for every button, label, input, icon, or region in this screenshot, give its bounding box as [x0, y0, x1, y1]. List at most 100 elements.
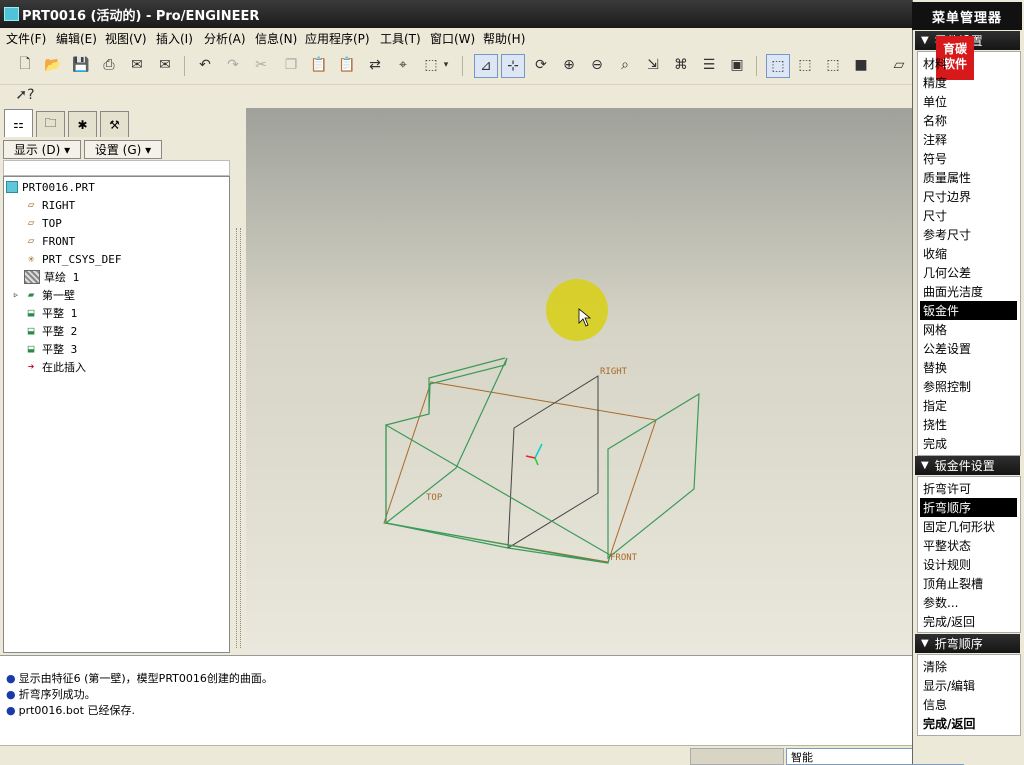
- mm-item-dim-bound[interactable]: 尺寸边界: [920, 187, 1017, 206]
- mm-item-show-edit[interactable]: 显示/编辑: [920, 676, 1017, 695]
- wireframe-icon[interactable]: ⬚: [766, 54, 790, 78]
- expand-icon[interactable]: ▹: [12, 289, 20, 301]
- tree-node-flat-3[interactable]: ⬓ 平整 3: [24, 341, 78, 357]
- sheetmetal-setup-header[interactable]: ▼ 钣金件设置: [915, 456, 1020, 475]
- mm-item-info[interactable]: 信息: [920, 695, 1017, 714]
- mm-item-mesh[interactable]: 网格: [920, 320, 1017, 339]
- new-icon[interactable]: 🗋: [14, 54, 36, 76]
- copy-icon[interactable]: ❐: [280, 54, 302, 76]
- zoom-out-icon[interactable]: ⊖: [586, 54, 608, 76]
- tree-node-sketch[interactable]: 草绘 1: [24, 269, 79, 285]
- tree-node-front[interactable]: ▱ FRONT: [24, 233, 75, 249]
- show-button[interactable]: 显示 (D) ▾: [3, 140, 81, 159]
- shading-icon[interactable]: ■: [850, 54, 872, 76]
- flat-wall-icon: ⬓: [27, 342, 35, 355]
- paste-icon[interactable]: 📋: [308, 54, 330, 76]
- mm-item-material[interactable]: 材料: [920, 54, 1017, 73]
- mm-item-surface-finish[interactable]: 曲面光洁度: [920, 282, 1017, 301]
- reorient-icon[interactable]: ⇲: [642, 54, 664, 76]
- mm-item-bend-order[interactable]: 折弯顺序: [920, 498, 1017, 517]
- tree-node-insert-here[interactable]: ➔ 在此插入: [24, 359, 86, 375]
- view-manager-icon[interactable]: ▣: [726, 54, 748, 76]
- context-help-icon[interactable]: ➚?: [14, 84, 36, 106]
- mm-item-parameters[interactable]: 参数...: [920, 593, 1017, 612]
- cut-icon[interactable]: ✂: [250, 54, 272, 76]
- refit-icon[interactable]: ⌕: [614, 54, 636, 76]
- mm-item-clear[interactable]: 清除: [920, 657, 1017, 676]
- mm-item-flat-state[interactable]: 平整状态: [920, 536, 1017, 555]
- menu-tools[interactable]: 工具(T): [380, 30, 421, 47]
- tree-node-first-wall[interactable]: ▹ ▰ 第一壁: [12, 287, 75, 303]
- mm-item-fixed-geometry[interactable]: 固定几何形状: [920, 517, 1017, 536]
- zoom-in-icon[interactable]: ⊕: [558, 54, 580, 76]
- mm-item-ref-control[interactable]: 参照控制: [920, 377, 1017, 396]
- selection-box-icon[interactable]: ⬚: [420, 54, 442, 76]
- mm-item-geom-tol[interactable]: 几何公差: [920, 263, 1017, 282]
- spin-center-icon[interactable]: ⊹: [501, 54, 525, 78]
- mm-item-tol-setup[interactable]: 公差设置: [920, 339, 1017, 358]
- tab-folder-browser[interactable]: 🗀: [36, 111, 65, 138]
- mm-item-corner-relief[interactable]: 顶角止裂槽: [920, 574, 1017, 593]
- save-icon[interactable]: 💾: [70, 54, 92, 76]
- menu-edit[interactable]: 编辑(E): [56, 30, 97, 47]
- find-icon[interactable]: ⌖: [392, 54, 414, 76]
- undo-icon[interactable]: ↶: [194, 54, 216, 76]
- tree-filter-field[interactable]: [3, 160, 230, 176]
- mm-item-mass-props[interactable]: 质量属性: [920, 168, 1017, 187]
- tree-node-part[interactable]: PRT0016.PRT: [6, 179, 95, 195]
- bend-order-header[interactable]: ▼ 折弯顺序: [915, 634, 1020, 653]
- open-icon[interactable]: 📂: [42, 54, 64, 76]
- menu-insert[interactable]: 插入(I): [156, 30, 193, 47]
- tree-node-right[interactable]: ▱ RIGHT: [24, 197, 75, 213]
- mm-item-done[interactable]: 完成: [920, 434, 1017, 453]
- menu-window[interactable]: 窗口(W): [430, 30, 475, 47]
- menu-info[interactable]: 信息(N): [255, 30, 297, 47]
- tree-node-csys[interactable]: ✳ PRT_CSYS_DEF: [24, 251, 122, 267]
- mm-item-accuracy[interactable]: 精度: [920, 73, 1017, 92]
- saved-views-icon[interactable]: ⌘: [670, 54, 692, 76]
- layers-icon[interactable]: ☰: [698, 54, 720, 76]
- tree-node-top[interactable]: ▱ TOP: [24, 215, 62, 231]
- mm-item-ref-dim[interactable]: 参考尺寸: [920, 225, 1017, 244]
- datum-display-icon[interactable]: ⊿: [474, 54, 498, 78]
- tab-favorites[interactable]: ✱: [68, 111, 97, 138]
- settings-button[interactable]: 设置 (G) ▾: [84, 140, 162, 159]
- no-hidden-icon[interactable]: ⬚: [822, 54, 844, 76]
- datum-plane-tool-icon[interactable]: ▱: [888, 54, 910, 76]
- menu-help[interactable]: 帮助(H): [483, 30, 525, 47]
- mail-link-icon[interactable]: ✉: [154, 54, 176, 76]
- mm-item-bend-order-done[interactable]: 完成/返回: [920, 714, 1017, 733]
- mm-item-name[interactable]: 名称: [920, 111, 1017, 130]
- mm-item-dimension[interactable]: 尺寸: [920, 206, 1017, 225]
- redo-icon[interactable]: ↷: [222, 54, 244, 76]
- graphics-window[interactable]: RIGHT TOP FRONT: [246, 108, 912, 655]
- send-mail-icon[interactable]: ✉: [126, 54, 148, 76]
- paste-special-icon[interactable]: 📋: [336, 54, 358, 76]
- mm-item-units[interactable]: 单位: [920, 92, 1017, 111]
- mm-item-shrinkage[interactable]: 收缩: [920, 244, 1017, 263]
- panel-splitter[interactable]: [230, 108, 246, 655]
- mm-item-bend-allowance[interactable]: 折弯许可: [920, 479, 1017, 498]
- orient-mode-icon[interactable]: ⟳: [530, 54, 552, 76]
- menu-applications[interactable]: 应用程序(P): [305, 30, 370, 47]
- mm-item-symbols[interactable]: 符号: [920, 149, 1017, 168]
- tree-node-label: 在此插入: [42, 361, 86, 374]
- tab-connections[interactable]: ⚒: [100, 111, 129, 138]
- tab-model-tree[interactable]: ⚏: [4, 109, 33, 139]
- menu-view[interactable]: 视图(V): [105, 30, 147, 47]
- print-icon[interactable]: ⎙: [98, 54, 120, 76]
- mm-item-sheetmetal[interactable]: 钣金件: [920, 301, 1017, 320]
- mm-item-done-return[interactable]: 完成/返回: [920, 612, 1017, 631]
- chevron-down-icon[interactable]: ▾: [440, 54, 452, 76]
- menu-file[interactable]: 文件(F): [6, 30, 46, 47]
- mm-item-design-rules[interactable]: 设计规则: [920, 555, 1017, 574]
- tree-node-flat-1[interactable]: ⬓ 平整 1: [24, 305, 78, 321]
- mm-item-flexibility[interactable]: 挠性: [920, 415, 1017, 434]
- regenerate-icon[interactable]: ⇄: [364, 54, 386, 76]
- tree-node-flat-2[interactable]: ⬓ 平整 2: [24, 323, 78, 339]
- menu-analysis[interactable]: 分析(A): [204, 30, 246, 47]
- hidden-line-icon[interactable]: ⬚: [794, 54, 816, 76]
- mm-item-notes[interactable]: 注释: [920, 130, 1017, 149]
- mm-item-designate[interactable]: 指定: [920, 396, 1017, 415]
- mm-item-replace[interactable]: 替换: [920, 358, 1017, 377]
